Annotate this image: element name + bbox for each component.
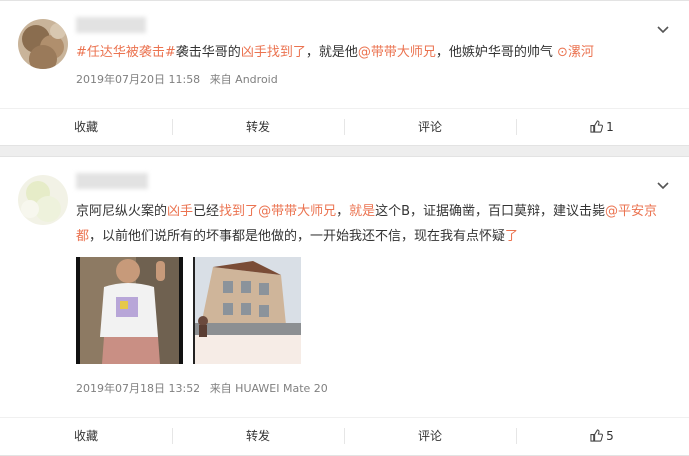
username-redacted[interactable] [76, 17, 146, 33]
post-source: 来自 HUAWEI Mate 20 [209, 382, 328, 395]
post-time[interactable]: 2019年07月20日 11:58 [76, 73, 200, 86]
topic-link[interactable]: #任达华被袭击# [76, 45, 176, 60]
comment-button[interactable]: 评论 [344, 109, 516, 145]
repost-button[interactable]: 转发 [172, 109, 344, 145]
avatar[interactable] [18, 19, 68, 69]
post-text: #任达华被袭击#袭击华哥的凶手找到了，就是他@带带大师兄，他嫉妒华哥的帅气 ⊙漯… [76, 40, 669, 65]
post-text-segment: 已经 [193, 204, 220, 219]
avatar-image [18, 19, 68, 69]
thumbs-up-icon [590, 429, 604, 442]
like-button[interactable]: 5 [516, 418, 688, 454]
chevron-down-icon[interactable] [656, 179, 670, 193]
keyword-link[interactable]: 凶手找到了 [241, 45, 306, 60]
post-meta: 2019年07月18日 13:52 来自 HUAWEI Mate 20 [76, 380, 334, 396]
like-button[interactable]: 1 [516, 109, 688, 145]
photo-person [76, 257, 183, 364]
thumbs-up-icon [590, 120, 604, 133]
weibo-post: #任达华被袭击#袭击华哥的凶手找到了，就是他@带带大师兄，他嫉妒华哥的帅气 ⊙漯… [0, 0, 689, 146]
mention-link[interactable]: @带带大师兄 [358, 45, 436, 60]
post-text-segment: ，就是他 [305, 45, 358, 60]
post-time[interactable]: 2019年07月18日 13:52 [76, 382, 200, 395]
keyword-link[interactable]: 了 [505, 229, 518, 244]
chevron-down-icon[interactable] [656, 23, 670, 37]
username-redacted[interactable] [76, 173, 148, 189]
post-text-segment: ， [336, 204, 350, 219]
post-text-segment: ，他嫉妒华哥的帅气 [435, 45, 557, 60]
favorite-button[interactable]: 收藏 [0, 109, 172, 145]
post-text: 京阿尼纵火案的凶手已经找到了@带带大师兄，就是这个B，证据确凿，百口莫辩，建议击… [76, 199, 669, 249]
keyword-link[interactable]: 凶手 [167, 204, 193, 219]
location-link[interactable]: ⊙漯河 [557, 45, 594, 60]
favorite-button[interactable]: 收藏 [0, 418, 172, 454]
like-count: 1 [606, 120, 614, 134]
action-bar: 收藏 转发 评论 1 [0, 108, 689, 145]
keyword-link[interactable]: 就是 [349, 204, 375, 219]
comment-button[interactable]: 评论 [344, 418, 516, 454]
post-meta: 2019年07月20日 11:58 来自 Android [76, 71, 284, 87]
post-text-segment: ，以前他们说所有的坏事都是他做的，一开始我还不信，现在我有点怀疑 [89, 229, 506, 244]
post-text-segment: 袭击华哥的 [175, 45, 241, 60]
post-image-2[interactable] [193, 257, 301, 364]
photo-building [193, 257, 301, 364]
mention-link[interactable]: @带带大师兄 [258, 204, 336, 219]
action-bar: 收藏 转发 评论 5 [0, 417, 689, 454]
post-source: 来自 Android [209, 73, 278, 86]
post-text-segment: 这个B，证据确凿，百口莫辩，建议击毙 [375, 204, 606, 219]
avatar-image [18, 175, 68, 225]
post-text-segment: 京阿尼纵火案的 [76, 204, 168, 219]
avatar[interactable] [18, 175, 68, 225]
repost-button[interactable]: 转发 [172, 418, 344, 454]
weibo-post: 京阿尼纵火案的凶手已经找到了@带带大师兄，就是这个B，证据确凿，百口莫辩，建议击… [0, 156, 689, 456]
keyword-link[interactable]: 找到了 [219, 204, 258, 219]
post-image-1[interactable] [76, 257, 183, 364]
like-count: 5 [606, 429, 614, 443]
